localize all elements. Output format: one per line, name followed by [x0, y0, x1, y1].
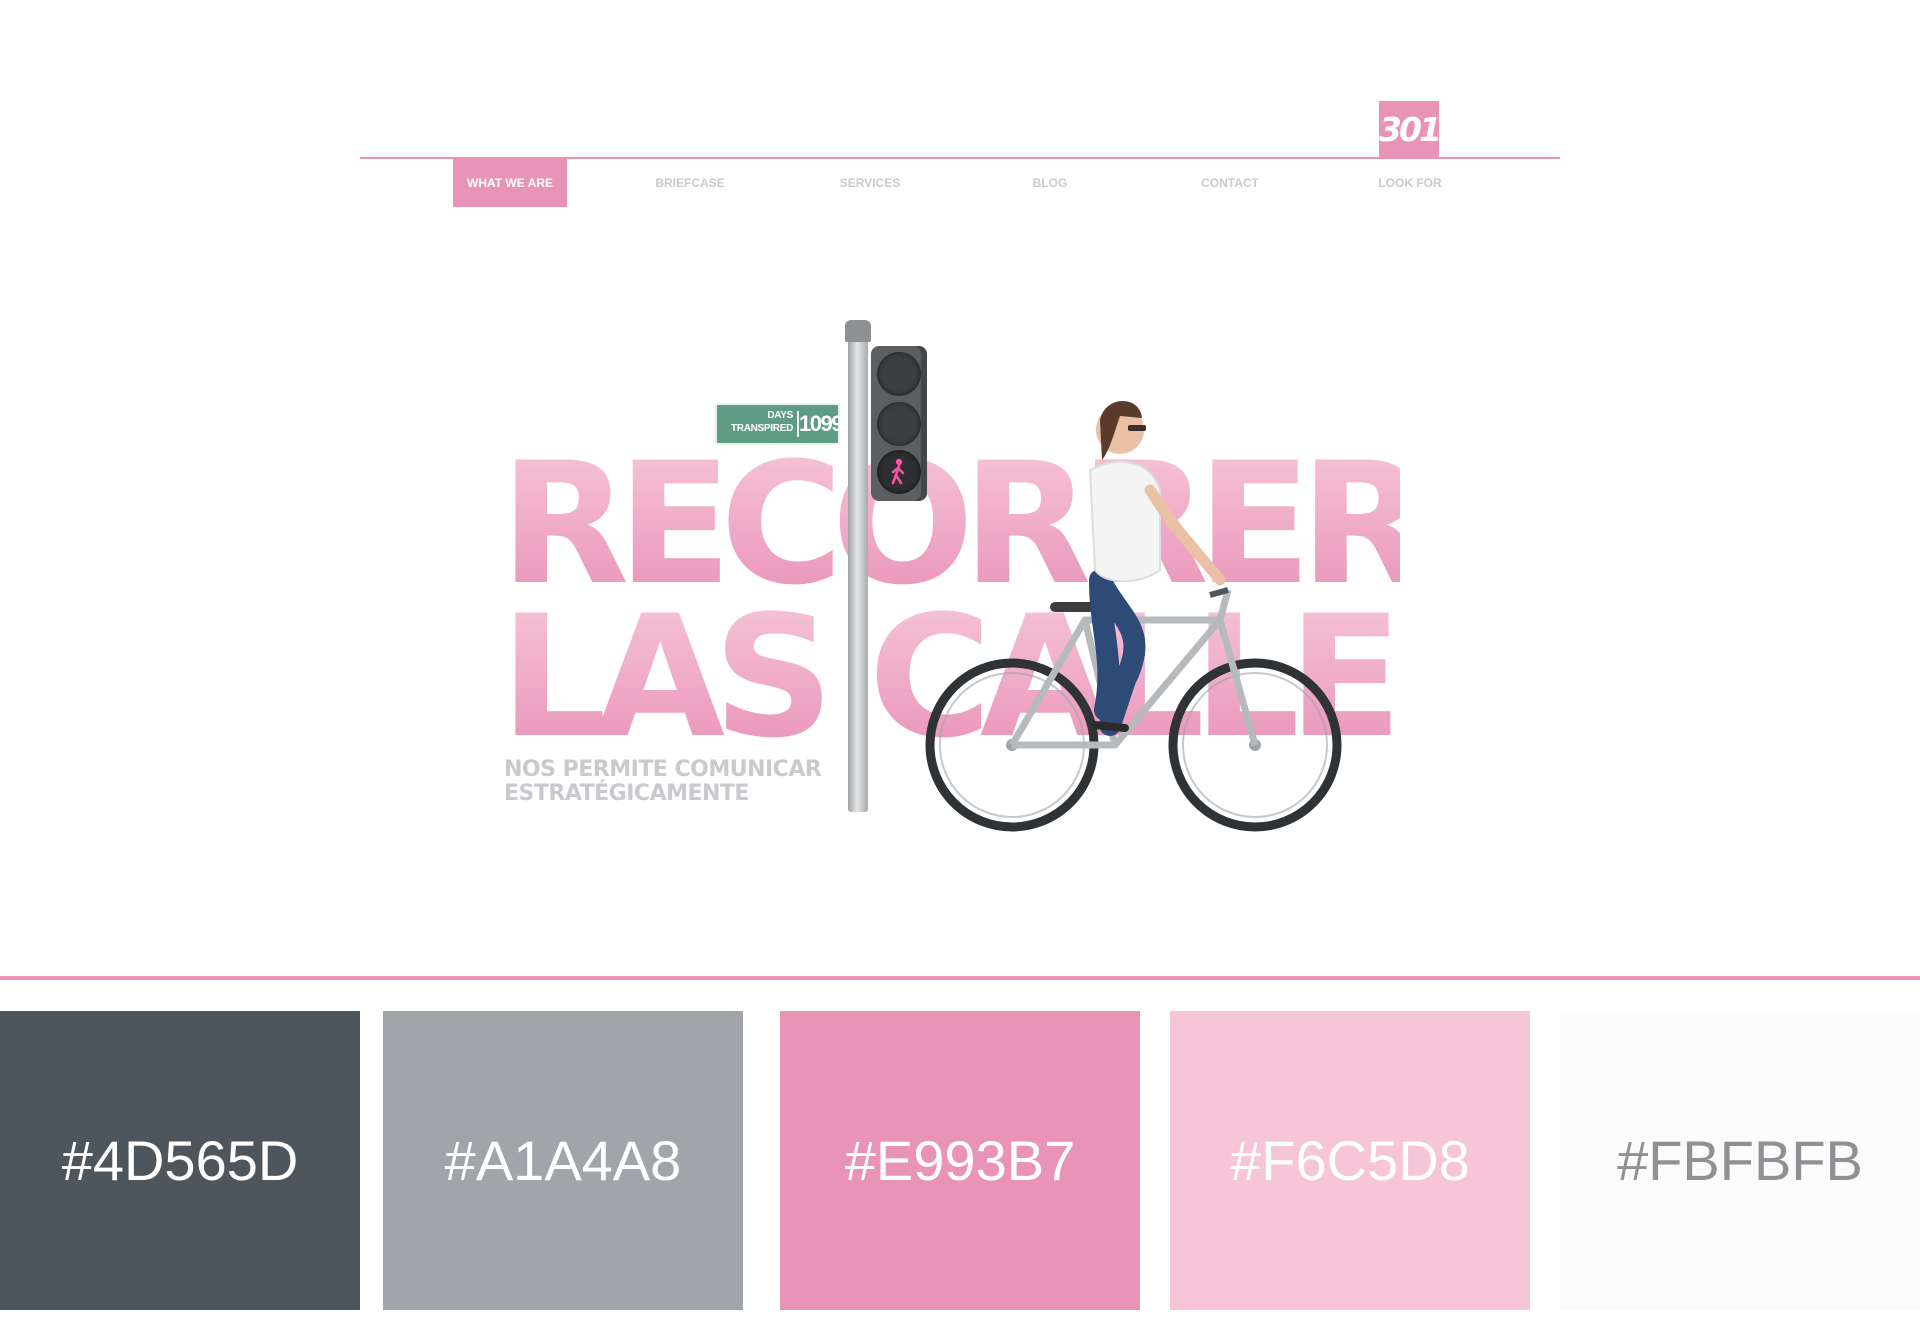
street-sign: DAYS TRANSPIRED 1099	[715, 403, 843, 445]
hero-subline-line2: ESTRATÉGICAMENTE	[504, 781, 749, 806]
street-sign-value: 1099	[799, 411, 843, 436]
swatch-dark-gray: #4D565D	[0, 1011, 360, 1310]
pole-cap	[845, 320, 871, 342]
street-sign-label-line2: TRANSPIRED	[730, 423, 793, 434]
swatch-pink: #E993B7	[780, 1011, 1140, 1310]
palette-divider	[0, 976, 1920, 980]
swatch-gray: #A1A4A8	[383, 1011, 743, 1310]
hero-subline-line1: NOS PERMITE COMUNICAR	[504, 757, 822, 782]
traffic-light-pole	[848, 322, 868, 812]
street-sign-label-line1: DAYS	[767, 410, 793, 421]
rider-legs	[1089, 569, 1146, 736]
hero-section: RECORRER LAS CALLES NOS PERMITE COMUNICA…	[0, 0, 1920, 960]
street-sign-label: DAYS TRANSPIRED	[725, 409, 793, 435]
rider-torso	[1088, 460, 1161, 583]
swatch-off-white: #FBFBFB	[1560, 1011, 1920, 1310]
bicycle-saddle	[1050, 602, 1095, 612]
cyclist-illustration	[925, 400, 1342, 832]
swatch-light-pink: #F6C5D8	[1170, 1011, 1530, 1310]
